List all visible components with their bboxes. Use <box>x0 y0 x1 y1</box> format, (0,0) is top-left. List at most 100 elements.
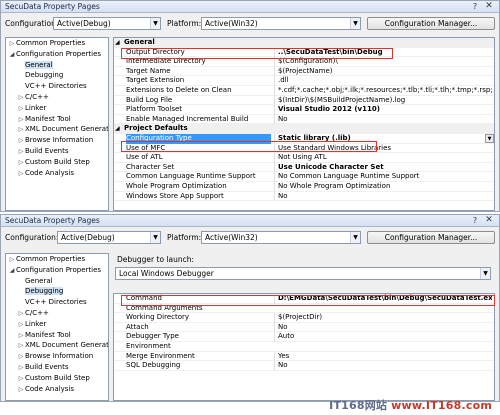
tree-item-label: Common Properties <box>16 255 86 263</box>
tree-item[interactable]: ▷ C/C++ <box>6 308 108 319</box>
tree-item[interactable]: ▷ XML Document Generat <box>6 340 108 351</box>
property-value[interactable]: Visual Studio 2012 (v110) <box>274 105 492 115</box>
tree-item-label: Linker <box>25 103 47 112</box>
tree-item-label: Manifest Tool <box>25 114 71 123</box>
property-name: Target Extension <box>126 76 185 85</box>
property-value[interactable]: No <box>274 361 492 371</box>
configuration-select[interactable]: Active(Debug) ▼ <box>57 231 161 244</box>
tree-item-label: Configuration Properties <box>16 49 102 58</box>
tree-item[interactable]: ▷ Manifest Tool <box>6 330 108 341</box>
tree-item[interactable]: General <box>6 276 108 287</box>
tree-item[interactable]: ▷ Browse Information <box>6 135 108 146</box>
property-value[interactable]: No Whole Program Optimization <box>274 181 492 192</box>
grid-row[interactable]: Target Name $(ProjectName) <box>114 66 494 77</box>
platform-select[interactable]: Active(Win32) ▼ <box>201 17 361 30</box>
grid-row[interactable]: SQL Debugging No <box>114 361 494 371</box>
grid-row[interactable]: Environment <box>114 342 494 352</box>
tree-item[interactable]: ◢ Configuration Properties <box>6 265 108 276</box>
tree-item[interactable]: Debugging <box>6 286 108 297</box>
grid-row[interactable]: Character Set Use Unicode Character Set <box>114 162 494 173</box>
tree-item[interactable]: ▷ Linker <box>6 319 108 330</box>
collapse-arrow-icon[interactable]: ◢ <box>115 38 120 48</box>
tree-item-label: VC++ Directories <box>25 298 87 307</box>
property-name: General <box>124 38 155 46</box>
property-value[interactable]: Use Unicode Character Set <box>274 162 492 173</box>
configuration-value: Active(Debug) <box>57 19 111 28</box>
property-value[interactable]: *.cdf;*.cache;*.obj;*.ilk;*.resources;*.… <box>274 85 492 96</box>
tree-item[interactable]: General <box>6 60 108 71</box>
property-value[interactable]: Yes <box>274 351 492 362</box>
configuration-select[interactable]: Active(Debug) ▼ <box>53 17 161 30</box>
debugger-select[interactable]: Local Windows Debugger ▼ <box>115 267 491 280</box>
configuration-label: Configuration: <box>5 233 59 242</box>
grid-row[interactable]: Working Directory $(ProjectDir) <box>114 313 494 323</box>
expand-arrow-icon[interactable]: ▷ <box>17 169 25 180</box>
property-value[interactable]: No <box>274 191 492 202</box>
property-name: Target Name <box>126 66 171 75</box>
property-name: Enable Managed Incremental Build <box>126 114 249 123</box>
tree-item[interactable]: ▷ Build Events <box>6 362 108 373</box>
tree-item-label: Browse Information <box>25 352 94 361</box>
tree-item[interactable]: ◢ Configuration Properties <box>6 49 108 60</box>
grid-row[interactable]: Platform Toolset Visual Studio 2012 (v110… <box>114 105 494 115</box>
tree-item-label: Browse Information <box>25 136 94 145</box>
tree-item[interactable]: ▷ Manifest Tool <box>6 114 108 125</box>
tree-item[interactable]: ▷ Browse Information <box>6 351 108 362</box>
tree-item[interactable]: ▷ Code Analysis <box>6 384 108 395</box>
tree-item[interactable]: VC++ Directories <box>6 81 108 92</box>
debugger-value: Local Windows Debugger <box>119 269 214 278</box>
property-value[interactable]: .dll <box>274 76 492 86</box>
property-value[interactable]: No Common Language Runtime Support <box>274 172 492 182</box>
collapse-arrow-icon[interactable]: ◢ <box>115 124 120 134</box>
property-value[interactable]: $(ProjectName) <box>274 66 492 77</box>
property-name: Use of ATL <box>126 153 163 162</box>
property-value[interactable]: Not Using ATL <box>274 153 492 163</box>
tree-item[interactable]: ▷ Custom Build Step <box>6 157 108 168</box>
close-icon[interactable]: ✕ <box>482 1 496 12</box>
grid-category[interactable]: ◢ General <box>114 38 494 48</box>
grid-row[interactable]: Merge Environment Yes <box>114 351 494 362</box>
grid-row[interactable]: Common Language Runtime Support No Common… <box>114 172 494 182</box>
grid-row[interactable]: Use of ATL Not Using ATL <box>114 153 494 163</box>
expand-arrow-icon[interactable]: ▷ <box>17 385 25 396</box>
close-icon[interactable]: ✕ <box>482 215 496 226</box>
grid-row[interactable]: Build Log File $(IntDir)\$(MSBuildProject… <box>114 95 494 106</box>
tree-item[interactable]: ▷ C/C++ <box>6 92 108 103</box>
grid-category[interactable]: ◢ Project Defaults <box>114 124 494 134</box>
chevron-down-icon[interactable]: ▼ <box>485 133 494 143</box>
tree-item[interactable]: ▷ Linker <box>6 103 108 114</box>
property-value[interactable]: $(ProjectDir) <box>274 313 492 323</box>
property-value[interactable]: No <box>274 114 492 125</box>
platform-value: Active(Win32) <box>205 233 258 242</box>
grid-row[interactable]: Whole Program Optimization No Whole Progr… <box>114 181 494 192</box>
tree-item[interactable]: ▷ Custom Build Step <box>6 373 108 384</box>
tree-item[interactable]: VC++ Directories <box>6 297 108 308</box>
platform-value: Active(Win32) <box>205 19 258 28</box>
tree-item[interactable]: ▷ Common Properties <box>6 254 108 265</box>
grid-row[interactable]: Extensions to Delete on Clean *.cdf;*.cac… <box>114 85 494 96</box>
configuration-manager-button[interactable]: Configuration Manager... <box>367 17 495 30</box>
chevron-down-icon: ▼ <box>150 232 160 243</box>
help-button[interactable]: ? <box>469 1 481 12</box>
tree-item[interactable]: ▷ Code Analysis <box>6 168 108 179</box>
tree-item-label: Common Properties <box>16 39 86 47</box>
grid-row[interactable]: Debugger Type Auto <box>114 332 494 342</box>
property-value[interactable]: $(IntDir)\$(MSBuildProjectName).log <box>274 95 492 106</box>
grid-row[interactable]: Target Extension .dll <box>114 76 494 86</box>
title-bar: SecuData Property Pages ? ✕ <box>1 215 499 227</box>
tree-item[interactable]: ▷ Build Events <box>6 146 108 157</box>
property-value[interactable]: Auto <box>274 332 492 342</box>
platform-select[interactable]: Active(Win32) ▼ <box>201 231 361 244</box>
configuration-manager-button[interactable]: Configuration Manager... <box>367 231 495 244</box>
grid-row[interactable]: Windows Store App Support No <box>114 191 494 202</box>
output-directory-highlight <box>121 48 393 59</box>
tree-item[interactable]: ▷ XML Document Generat <box>6 124 108 135</box>
tree-item[interactable]: Debugging <box>6 70 108 81</box>
property-value[interactable]: No <box>274 322 492 333</box>
help-button[interactable]: ? <box>469 215 481 226</box>
property-tree: ▷ Common Properties ◢ Configuration Propert… <box>5 253 109 401</box>
tree-item[interactable]: ▷ Common Properties <box>6 38 108 49</box>
tree-item-label: Code Analysis <box>25 384 74 393</box>
grid-row[interactable]: Attach No <box>114 322 494 333</box>
grid-row[interactable]: Enable Managed Incremental Build No <box>114 114 494 125</box>
